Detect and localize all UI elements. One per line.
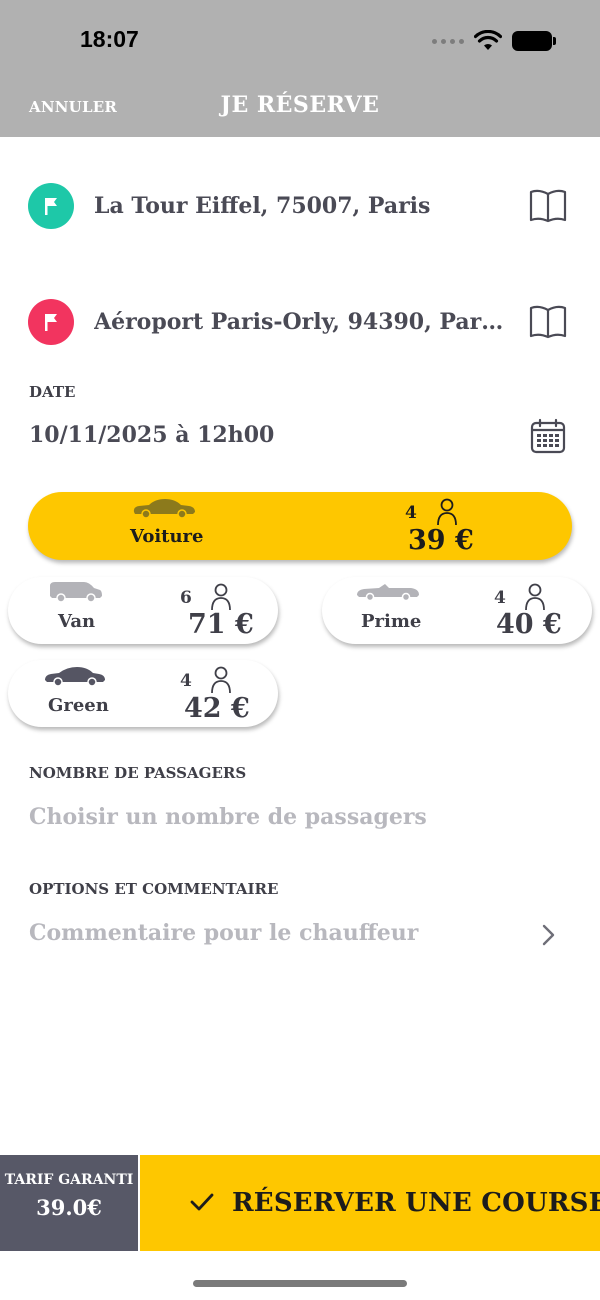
- reserve-label: RÉSERVER UNE COURSE: [232, 1188, 600, 1218]
- vehicle-passenger-count: 4: [180, 671, 192, 691]
- flag-icon: [28, 299, 74, 345]
- vehicle-card-van[interactable]: Van 6 71 €: [8, 577, 278, 644]
- calendar-icon[interactable]: [530, 418, 566, 454]
- vehicle-passenger-count: 6: [180, 588, 192, 608]
- dropoff-row[interactable]: Aéroport Paris-Orly, 94390, Paray-...: [0, 292, 600, 352]
- vehicle-name: Prime: [361, 611, 422, 632]
- vehicle-name: Van: [58, 611, 96, 632]
- book-icon[interactable]: [528, 304, 568, 340]
- vehicle-price: 71 €: [188, 609, 254, 640]
- person-icon: [525, 583, 545, 611]
- vehicle-card-voiture[interactable]: Voiture 4 39 €: [28, 492, 572, 560]
- vehicle-price: 42 €: [184, 693, 250, 724]
- pickup-row[interactable]: La Tour Eiffel, 75007, Paris: [0, 176, 600, 236]
- vehicle-card-green[interactable]: Green 4 42 €: [8, 660, 278, 727]
- sedan-car-icon: [133, 499, 195, 519]
- person-icon: [211, 583, 231, 611]
- chevron-right-icon[interactable]: [540, 923, 558, 947]
- signal-dots-icon: [432, 38, 464, 44]
- vehicle-passenger-count: 4: [494, 588, 506, 608]
- person-icon: [437, 498, 457, 526]
- compact-car-icon: [45, 667, 105, 687]
- tarif-value: 39.0€: [36, 1195, 102, 1220]
- comment-field[interactable]: Commentaire pour le chauffeur: [29, 920, 418, 946]
- checkmark-icon: [190, 1193, 214, 1211]
- tarif-box: TARIF GARANTI 39.0€: [0, 1155, 138, 1251]
- dropoff-address: Aéroport Paris-Orly, 94390, Paray-...: [94, 309, 514, 335]
- vehicle-name: Green: [48, 695, 109, 716]
- vehicle-name: Voiture: [130, 526, 204, 547]
- convertible-icon: [357, 584, 419, 601]
- reserve-button[interactable]: RÉSERVER UNE COURSE: [140, 1155, 600, 1251]
- wifi-icon: [474, 30, 502, 50]
- vehicle-card-prime[interactable]: Prime 4 40 €: [322, 577, 592, 644]
- page-title: JE RÉSERVE: [220, 92, 380, 118]
- tarif-label: TARIF GARANTI: [4, 1172, 134, 1188]
- vehicle-price: 39 €: [408, 525, 474, 556]
- pickup-address: La Tour Eiffel, 75007, Paris: [94, 193, 431, 219]
- van-icon: [50, 582, 102, 602]
- date-label: DATE: [29, 383, 76, 401]
- person-icon: [211, 666, 231, 694]
- vehicle-passenger-count: 4: [405, 503, 417, 523]
- home-indicator: [193, 1280, 407, 1287]
- vehicle-price: 40 €: [496, 609, 562, 640]
- status-icons: [432, 30, 556, 52]
- date-value[interactable]: 10/11/2025 à 12h00: [29, 422, 274, 448]
- flag-icon: [28, 183, 74, 229]
- passengers-field[interactable]: Choisir un nombre de passagers: [29, 804, 427, 830]
- passengers-label: NOMBRE DE PASSAGERS: [29, 764, 247, 782]
- status-time: 18:07: [80, 26, 139, 52]
- options-label: OPTIONS ET COMMENTAIRE: [29, 880, 279, 898]
- battery-icon: [512, 31, 556, 51]
- book-icon[interactable]: [528, 188, 568, 224]
